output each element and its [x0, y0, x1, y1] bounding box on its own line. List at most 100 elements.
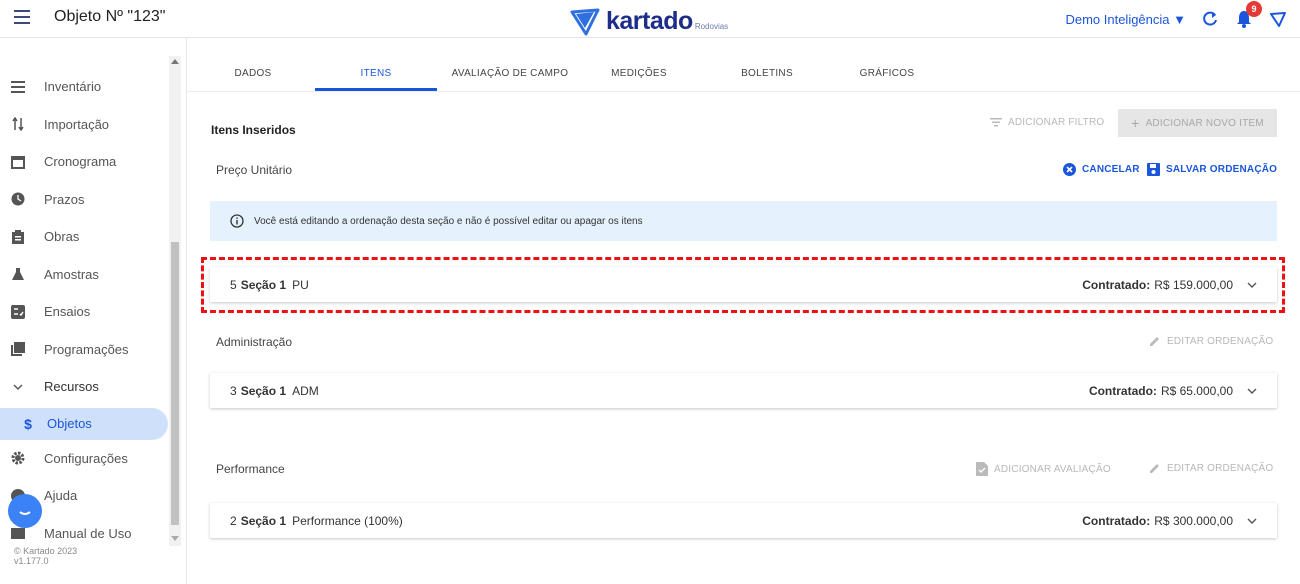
sidebar-item-amostras[interactable]: Amostras [0, 256, 168, 294]
item-number: 5 [230, 277, 237, 292]
chevron-down-icon[interactable] [1247, 388, 1257, 394]
tab-dados[interactable]: DADOS [234, 68, 271, 79]
item-number: 3 [230, 383, 237, 398]
scroll-thumb[interactable] [171, 242, 179, 525]
tab-boletins[interactable]: BOLETINS [741, 68, 793, 79]
item-number: 2 [230, 513, 237, 528]
sidebar-item-label: Inventário [44, 79, 102, 95]
notification-badge: 9 [1246, 1, 1262, 17]
add-evaluation-button[interactable]: ADICIONAR AVALIAÇÃO [976, 462, 1111, 476]
sidebar-item-prazos[interactable]: Prazos [0, 181, 168, 219]
contract-label: Contratado: [1088, 383, 1157, 398]
refresh-icon[interactable] [1200, 9, 1220, 29]
main-content: DADOS ITENS AVALIAÇÃO DE CAMPO MEDIÇÕES … [187, 38, 1300, 584]
chat-button[interactable] [8, 494, 42, 528]
tab-graficos[interactable]: GRÁFICOS [860, 68, 915, 79]
active-tab-indicator [315, 88, 437, 91]
cancel-icon [1063, 163, 1076, 176]
sidebar-item-programacoes[interactable]: Programações [0, 331, 168, 369]
sidebar-item-label: Programações [44, 341, 129, 357]
sidebar-item-label: Obras [44, 229, 80, 245]
contract-value: R$ 159.000,00 [1154, 277, 1233, 292]
sidebar-item-label: Recursos [44, 379, 99, 395]
sidebar-item-label: Objetos [47, 416, 92, 431]
tab-avaliacao-de-campo[interactable]: AVALIAÇÃO DE CAMPO [452, 68, 569, 79]
sidebar-item-inventario[interactable]: Inventário [0, 68, 168, 106]
menu-icon[interactable] [14, 10, 30, 24]
sidebar-item-label: Prazos [44, 191, 85, 207]
checklist-icon [11, 304, 25, 319]
organization-selector[interactable]: Demo Inteligência ▼ [1065, 12, 1186, 27]
page-title: Objeto Nº "123" [54, 8, 166, 25]
notifications-icon[interactable]: 9 [1234, 1, 1262, 29]
sidebar-item-label: Importação [44, 116, 110, 132]
sidebar-item-label: Configurações [44, 450, 128, 466]
sidebar-item-configuracoes[interactable]: Configurações [0, 440, 168, 478]
item-card-pu[interactable]: 5 Seção 1 PU Contratado: R$ 159.000,00 [210, 267, 1277, 302]
edit-order-button[interactable]: EDITAR ORDENAÇÃO [1149, 335, 1273, 347]
item-name: Performance (100%) [292, 513, 403, 528]
logo: kartado Rodovias [570, 2, 728, 36]
item-card-performance[interactable]: 2 Seção 1 Performance (100%) Contratado:… [210, 503, 1277, 538]
logo-plane-icon [570, 8, 600, 36]
contract-value: R$ 300.000,00 [1154, 513, 1233, 528]
add-item-label: ADICIONAR NOVO ITEM [1145, 117, 1264, 129]
item-name: PU [292, 277, 309, 292]
item-name: ADM [292, 383, 319, 398]
info-icon [230, 214, 244, 228]
version: v1.177.0 [14, 556, 49, 566]
save-order-label: SALVAR ORDENAÇÃO [1166, 164, 1278, 175]
sidebar-scrollbar[interactable] [169, 56, 181, 546]
sidebar-item-label: Ajuda [44, 488, 78, 504]
sidebar-item-label: Amostras [44, 266, 99, 282]
document-icon [976, 462, 988, 476]
gear-icon [11, 451, 25, 465]
contract-label: Contratado: [1082, 277, 1151, 292]
sidebar-item-cronograma[interactable]: Cronograma [0, 143, 168, 181]
chevron-down-icon[interactable] [1247, 518, 1257, 524]
sidebar-item-ensaios[interactable]: Ensaios [0, 293, 168, 331]
calendar-icon [11, 155, 25, 169]
pencil-icon [1150, 464, 1159, 473]
tab-itens[interactable]: ITENS [361, 68, 392, 79]
sidebar-item-recursos[interactable]: Recursos [0, 368, 168, 406]
contract-value: R$ 65.000,00 [1160, 383, 1233, 398]
sidebar-item-objetos[interactable]: $ Objetos [0, 407, 168, 440]
add-item-button[interactable]: + ADICIONAR NOVO ITEM [1118, 109, 1277, 137]
send-icon[interactable] [1268, 9, 1288, 29]
save-order-button[interactable]: SALVAR ORDENAÇÃO [1147, 163, 1277, 176]
item-section: Seção 1 [240, 383, 287, 398]
copyright: © Kartado 2023 [14, 546, 78, 556]
filter-icon [990, 118, 1002, 127]
logo-subtitle: Rodovias [694, 22, 729, 31]
contract-label: Contratado: [1082, 513, 1151, 528]
group-label-preco-unitario: Preço Unitário [216, 163, 293, 177]
edit-order-label: EDITAR ORDENAÇÃO [1167, 335, 1274, 347]
group-label-administracao: Administração [216, 335, 293, 349]
item-section: Seção 1 [240, 277, 287, 292]
info-banner: Você está editando a ordenação desta seç… [210, 201, 1277, 241]
edit-order-button[interactable]: EDITAR ORDENAÇÃO [1149, 462, 1273, 474]
item-section: Seção 1 [240, 513, 287, 528]
add-filter-label: ADICIONAR FILTRO [1008, 117, 1105, 128]
clipboard-icon [11, 229, 25, 244]
info-text: Você está editando a ordenação desta seç… [254, 215, 643, 227]
tab-medicoes[interactable]: MEDIÇÕES [611, 68, 667, 79]
dollar-icon: $ [24, 415, 32, 432]
cancel-button[interactable]: CANCELAR [1063, 163, 1140, 176]
top-bar: Objeto Nº "123" kartado Rodovias Demo In… [0, 0, 1300, 38]
chevron-down-icon[interactable] [1247, 282, 1257, 288]
sidebar-item-importacao[interactable]: Importação [0, 106, 168, 144]
list-icon [11, 80, 25, 94]
group-label-performance: Performance [216, 462, 285, 476]
save-icon [1147, 163, 1160, 176]
chevron-down-icon [11, 380, 25, 394]
sidebar-footer: © Kartado 2023 v1.177.0 [14, 546, 77, 566]
add-filter-button[interactable]: ADICIONAR FILTRO [990, 117, 1104, 128]
plus-icon: + [1131, 115, 1140, 131]
item-card-adm[interactable]: 3 Seção 1 ADM Contratado: R$ 65.000,00 [210, 373, 1277, 408]
logo-text: kartado [606, 7, 693, 35]
tab-bar: DADOS ITENS AVALIAÇÃO DE CAMPO MEDIÇÕES … [187, 38, 1300, 92]
section-title: Itens Inseridos [211, 123, 296, 137]
sidebar-item-obras[interactable]: Obras [0, 218, 168, 256]
